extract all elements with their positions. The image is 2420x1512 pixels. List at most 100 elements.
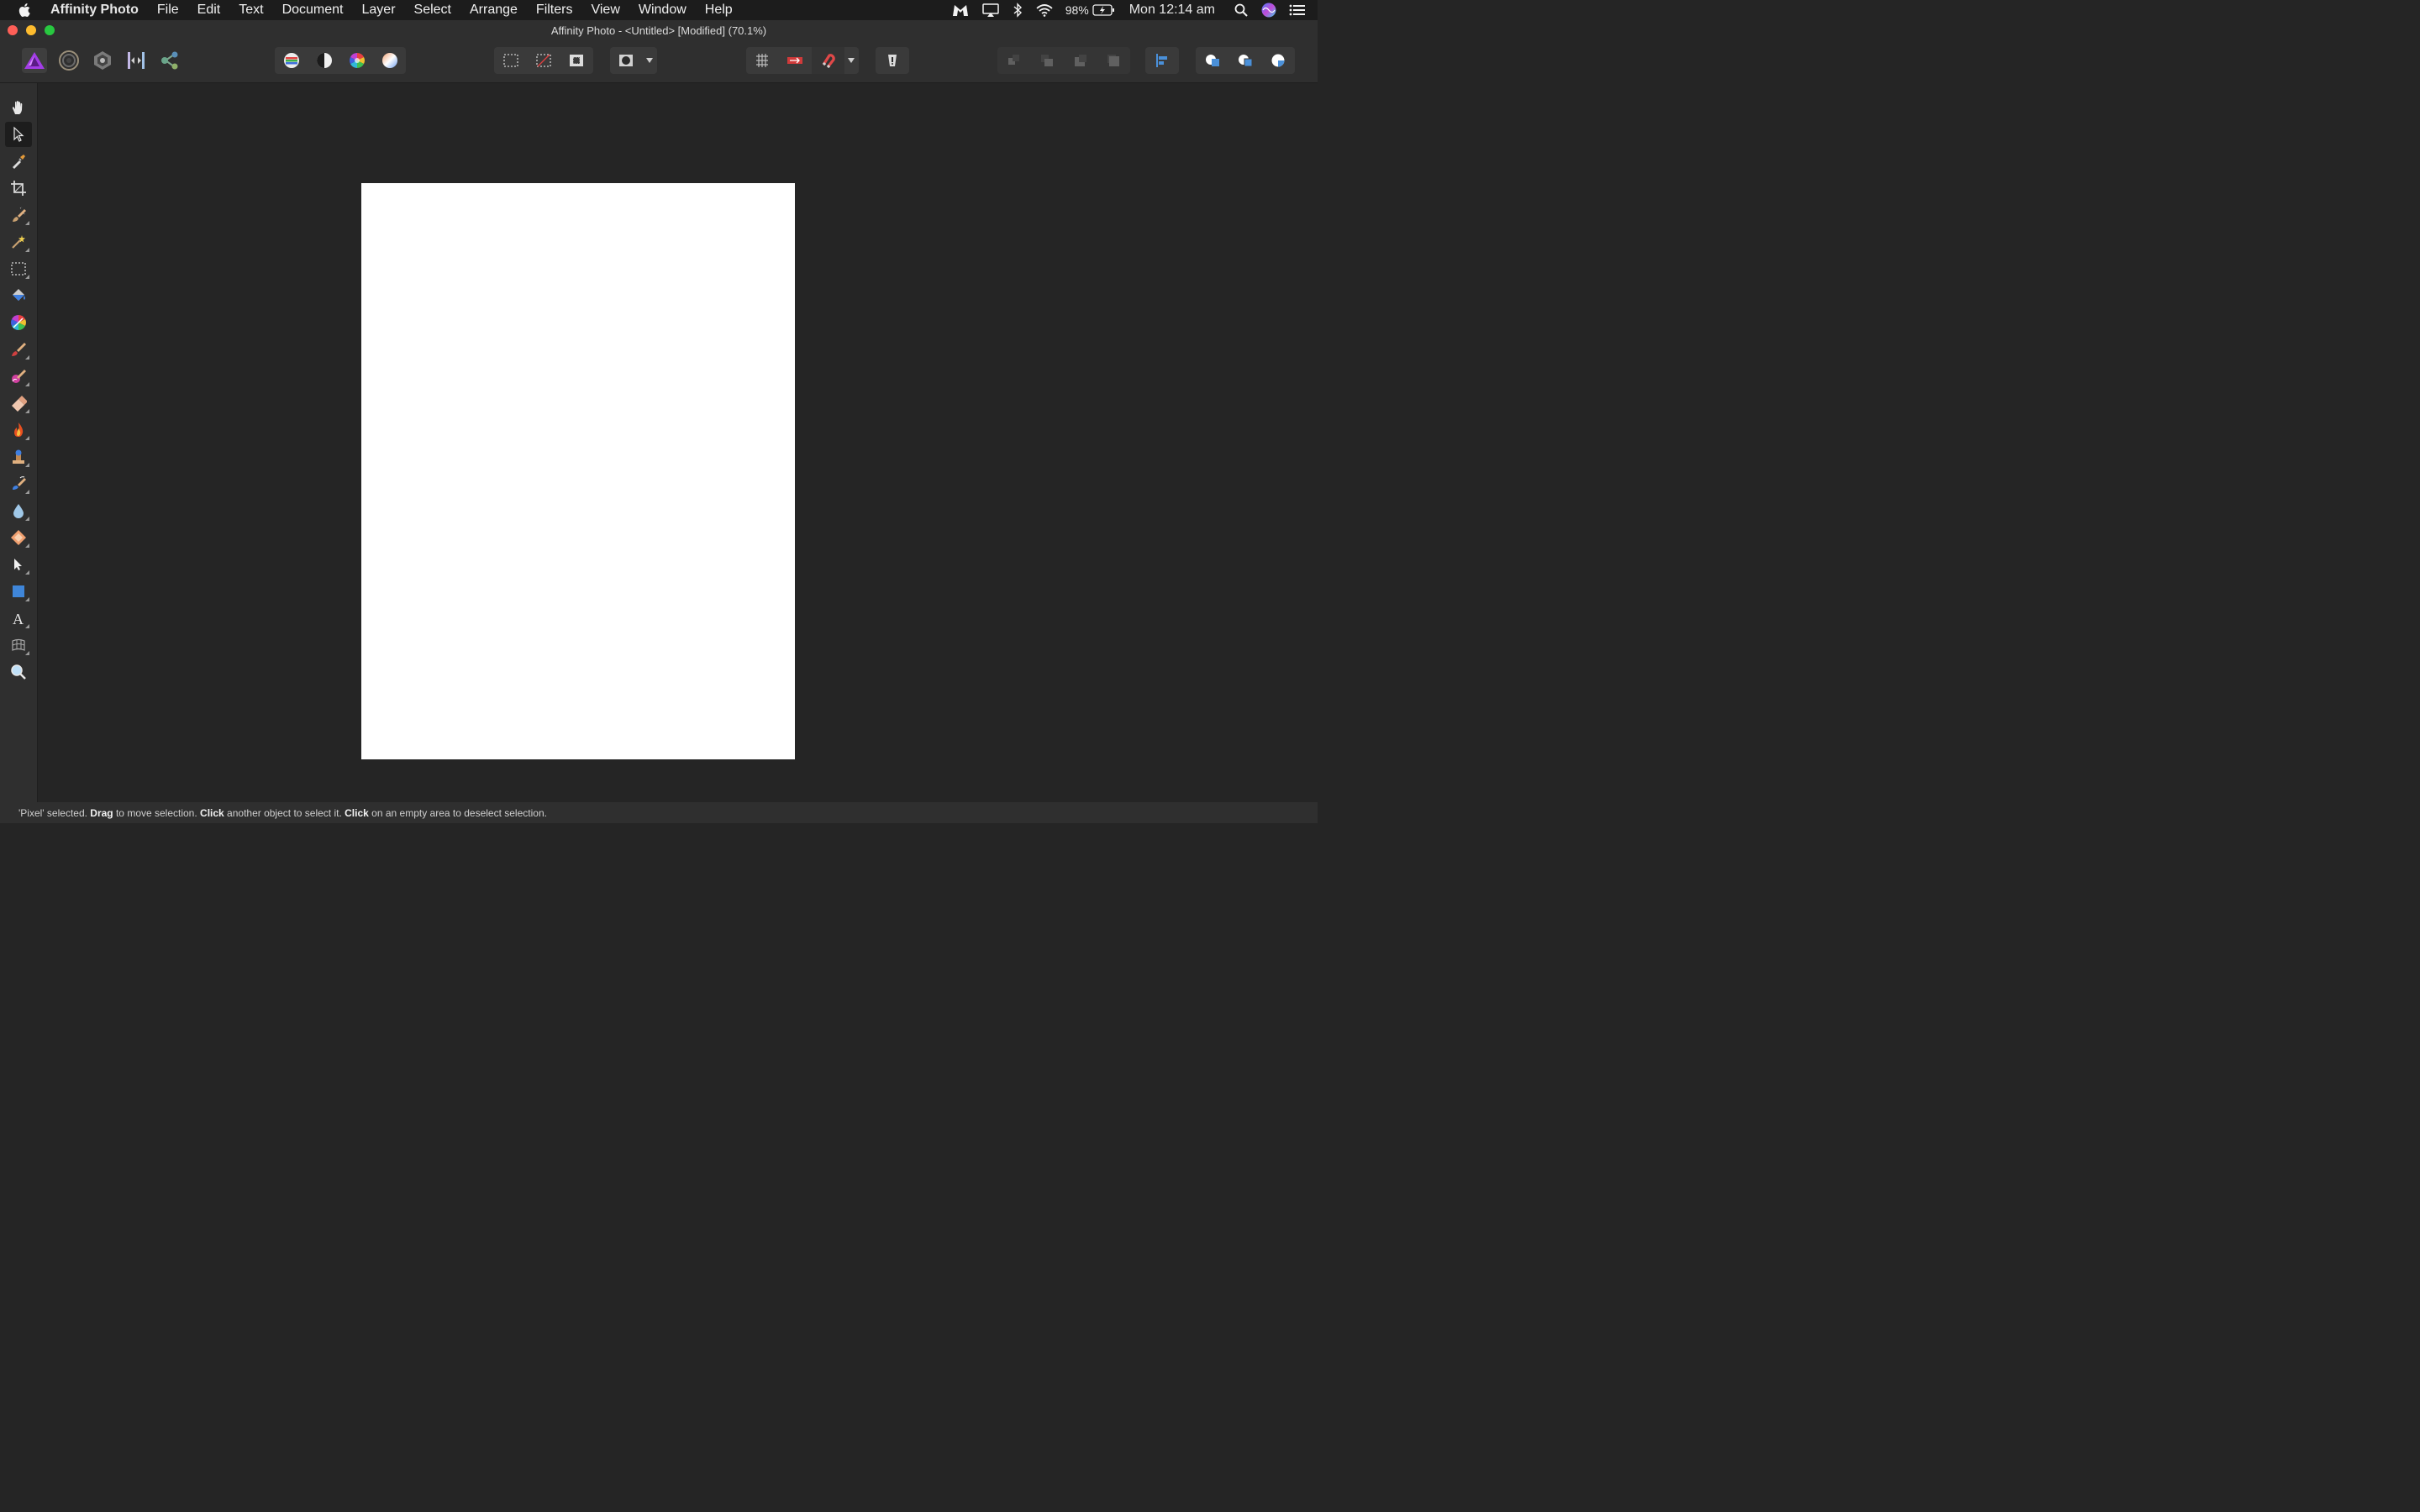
liquify-persona-icon[interactable] xyxy=(56,48,82,73)
close-window-button[interactable] xyxy=(8,25,18,35)
brightness-contrast-icon[interactable] xyxy=(308,47,340,74)
hand-tool-icon[interactable] xyxy=(5,95,32,120)
boolean-operations-group xyxy=(1196,47,1295,74)
battery-status[interactable]: 98% xyxy=(1065,3,1116,17)
move-to-back-icon[interactable] xyxy=(997,47,1031,74)
window-title-bar: Affinity Photo - <Untitled> [Modified] (… xyxy=(0,20,1318,40)
minimize-window-button[interactable] xyxy=(26,25,36,35)
arrange-group xyxy=(997,47,1130,74)
erase-brush-tool-icon[interactable] xyxy=(5,391,32,416)
status-text-part2: to move selection. xyxy=(113,806,201,819)
hsl-icon[interactable] xyxy=(340,47,373,74)
status-text-bold1: Drag xyxy=(90,806,113,819)
svg-text:A: A xyxy=(13,611,24,627)
blur-tool-icon[interactable] xyxy=(5,498,32,523)
airplay-icon[interactable] xyxy=(981,3,1000,18)
fullscreen-window-button[interactable] xyxy=(45,25,55,35)
spotlight-search-icon[interactable] xyxy=(1234,3,1249,18)
wifi-icon[interactable] xyxy=(1035,3,1054,18)
apple-icon[interactable] xyxy=(17,2,34,18)
color-picker-tool-icon[interactable] xyxy=(5,149,32,174)
inpainting-tool-icon[interactable] xyxy=(5,471,32,496)
selection-brush-tool-icon[interactable] xyxy=(5,202,32,228)
assistant-icon[interactable] xyxy=(876,47,909,74)
tone-mapping-persona-icon[interactable] xyxy=(124,48,149,73)
malwarebytes-icon[interactable] xyxy=(951,3,970,18)
bluetooth-icon[interactable] xyxy=(1012,3,1023,18)
export-persona-icon[interactable] xyxy=(157,48,182,73)
app-name-menu[interactable]: Affinity Photo xyxy=(50,3,139,18)
window-title: Affinity Photo - <Untitled> [Modified] (… xyxy=(550,24,767,37)
gradient-tool-icon[interactable] xyxy=(5,310,32,335)
selection-quick-group xyxy=(494,47,593,74)
intersect-shapes-icon[interactable] xyxy=(1262,47,1295,74)
assistant-group xyxy=(876,47,909,74)
flood-fill-tool-icon[interactable] xyxy=(5,283,32,308)
flood-select-tool-icon[interactable] xyxy=(5,229,32,255)
status-bar: 'Pixel' selected. Drag to move selection… xyxy=(0,802,1318,823)
menu-select[interactable]: Select xyxy=(414,3,451,18)
select-all-icon[interactable] xyxy=(494,47,527,74)
menu-help[interactable]: Help xyxy=(705,3,733,18)
menu-file[interactable]: File xyxy=(157,3,179,18)
status-text-bold3: Click xyxy=(345,806,369,819)
zoom-tool-icon[interactable] xyxy=(5,659,32,685)
move-forward-one-icon[interactable] xyxy=(1064,47,1097,74)
status-text-bold2: Click xyxy=(200,806,224,819)
white-balance-icon[interactable] xyxy=(373,47,406,74)
quick-mask-dropdown-icon[interactable] xyxy=(643,47,657,74)
artistic-text-tool-icon[interactable]: A xyxy=(5,606,32,631)
align-left-icon[interactable] xyxy=(1145,47,1179,74)
status-text-part4: on an empty area to deselect selection. xyxy=(368,806,547,819)
clone-tool-icon[interactable] xyxy=(5,444,32,470)
paint-brush-tool-icon[interactable] xyxy=(5,337,32,362)
levels-icon[interactable] xyxy=(275,47,308,74)
menu-text[interactable]: Text xyxy=(239,3,263,18)
menu-filters[interactable]: Filters xyxy=(536,3,573,18)
move-tool-icon[interactable] xyxy=(5,122,32,147)
photo-persona-icon[interactable] xyxy=(22,48,47,73)
deselect-icon[interactable] xyxy=(527,47,560,74)
invert-selection-icon[interactable] xyxy=(560,47,593,74)
menu-edit[interactable]: Edit xyxy=(197,3,221,18)
menu-layer[interactable]: Layer xyxy=(362,3,396,18)
add-shapes-icon[interactable] xyxy=(1196,47,1228,74)
marquee-tool-icon[interactable] xyxy=(5,256,32,281)
subtract-shapes-icon[interactable] xyxy=(1228,47,1261,74)
siri-icon[interactable] xyxy=(1260,2,1277,18)
grid-icon[interactable] xyxy=(746,47,779,74)
tools-panel: A xyxy=(0,83,38,802)
sponge-tool-icon[interactable] xyxy=(5,525,32,550)
node-tool-icon[interactable] xyxy=(5,552,32,577)
snapping-magnet-icon[interactable] xyxy=(811,47,844,74)
document-canvas[interactable] xyxy=(361,183,795,759)
quick-mask-icon[interactable] xyxy=(610,47,643,74)
menu-clock[interactable]: Mon 12:14 am xyxy=(1129,3,1215,18)
force-pixel-alignment-icon[interactable] xyxy=(779,47,812,74)
snapping-group xyxy=(746,47,859,74)
status-text-part3: another object to select it. xyxy=(224,806,345,819)
notification-center-icon[interactable] xyxy=(1289,3,1306,17)
snapping-dropdown-icon[interactable] xyxy=(844,47,859,74)
dodge-tool-icon[interactable] xyxy=(5,417,32,443)
menu-bar: Affinity Photo File Edit Text Document L… xyxy=(0,0,1318,20)
color-replacement-tool-icon[interactable] xyxy=(5,364,32,389)
rectangle-tool-icon[interactable] xyxy=(5,579,32,604)
develop-persona-icon[interactable] xyxy=(90,48,115,73)
move-back-one-icon[interactable] xyxy=(1031,47,1065,74)
canvas-area[interactable] xyxy=(38,83,1318,802)
move-to-front-icon[interactable] xyxy=(1097,47,1131,74)
mesh-warp-tool-icon[interactable] xyxy=(5,633,32,658)
battery-icon xyxy=(1092,4,1114,16)
menu-arrange[interactable]: Arrange xyxy=(470,3,518,18)
menu-bar-status-area: 98% Mon 12:14 am xyxy=(951,0,1318,20)
battery-percent: 98% xyxy=(1065,3,1089,17)
menu-view[interactable]: View xyxy=(591,3,619,18)
status-text-part1: 'Pixel' selected. xyxy=(18,806,91,819)
crop-tool-icon[interactable] xyxy=(5,176,32,201)
menu-document[interactable]: Document xyxy=(282,3,344,18)
context-toolbar xyxy=(0,40,1318,83)
adjustment-quick-group xyxy=(275,47,406,74)
align-group xyxy=(1145,47,1179,74)
menu-window[interactable]: Window xyxy=(639,3,687,18)
